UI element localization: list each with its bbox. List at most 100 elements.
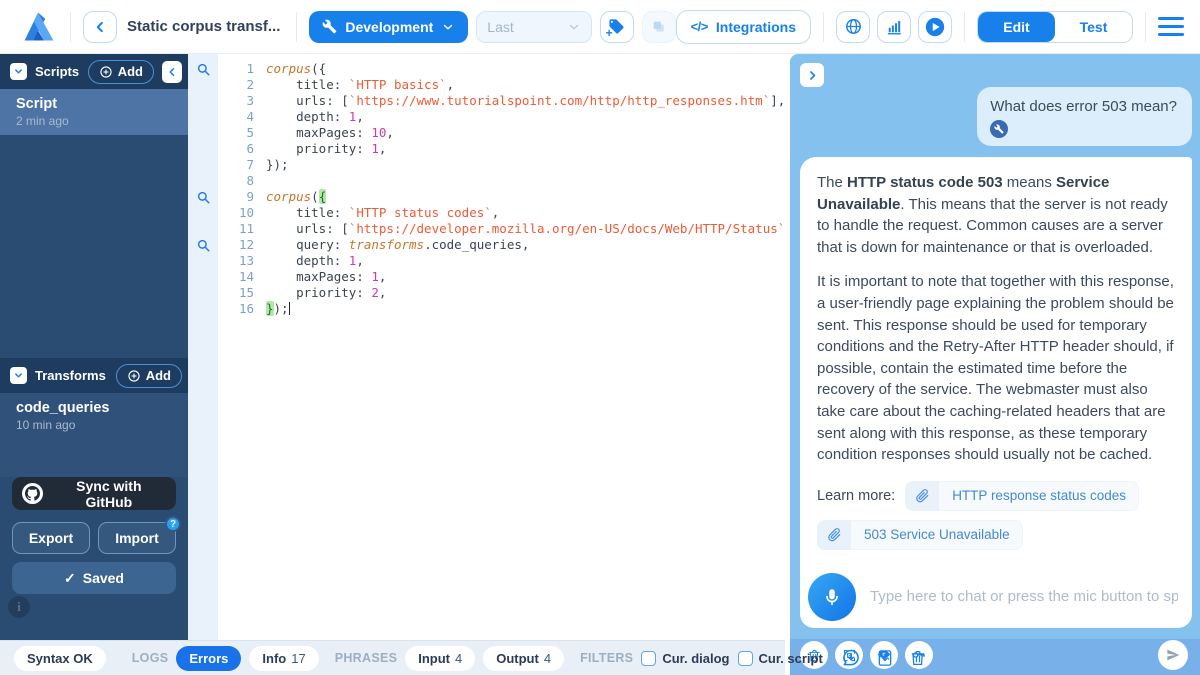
zoom-gutter-cell [188, 141, 218, 157]
phrases-label: PHRASES [335, 651, 398, 665]
menu-button[interactable] [1158, 17, 1184, 36]
code-line[interactable]: 1corpus({ [188, 61, 785, 77]
project-sidebar: Scripts Add Script 2 min ago Transforms … [0, 54, 188, 640]
expand-panel-button[interactable] [800, 63, 824, 87]
project-title: Static corpus transf... [127, 18, 280, 35]
line-zoom-button[interactable] [188, 61, 218, 77]
mic-button[interactable] [808, 573, 856, 621]
export-button[interactable]: Export [12, 522, 90, 554]
add-script-button[interactable]: Add [88, 60, 154, 84]
code-editor[interactable]: 1corpus({2 title: `HTTP basics`,3 urls: … [188, 54, 785, 640]
run-button[interactable] [918, 11, 952, 43]
add-transform-button[interactable]: Add [116, 364, 182, 388]
analytics-button[interactable] [877, 11, 911, 43]
code-line[interactable]: 7}); [188, 157, 785, 173]
code-text: depth: 1, [266, 253, 364, 269]
bar-chart-icon [885, 18, 903, 36]
filter-current-script[interactable]: Cur. script [738, 651, 823, 666]
phrases-input-tab[interactable]: Input 4 [405, 646, 475, 671]
version-select-value: Last [487, 19, 513, 35]
paperclip-icon [817, 520, 851, 550]
link-label: HTTP response status codes [939, 488, 1139, 503]
code-text: corpus({ [266, 189, 326, 205]
saved-button[interactable]: ✓ Saved [12, 562, 176, 594]
code-text: corpus({ [266, 61, 326, 77]
code-line[interactable]: 3 urls: [`https://www.tutorialspoint.com… [188, 93, 785, 109]
phrases-output-tab[interactable]: Output 4 [483, 646, 564, 671]
code-line[interactable]: 4 depth: 1, [188, 109, 785, 125]
chevron-down-icon [13, 66, 24, 77]
saved-label: Saved [83, 570, 124, 586]
filter-current-dialog[interactable]: Cur. dialog [641, 651, 729, 666]
line-number: 7 [218, 157, 266, 173]
line-zoom-button[interactable] [188, 237, 218, 253]
script-name: Script [16, 96, 172, 112]
line-number: 14 [218, 269, 266, 285]
publish-globe-button[interactable] [836, 11, 870, 43]
code-text: urls: [`https://developer.mozilla.org/en… [266, 221, 785, 237]
collapse-sidebar-button[interactable] [162, 61, 182, 83]
logs-info-tab[interactable]: Info 17 [249, 646, 318, 671]
zoom-gutter-cell [188, 173, 218, 189]
sync-github-button[interactable]: Sync with GitHub [12, 477, 176, 510]
code-line[interactable]: 5 maxPages: 10, [188, 125, 785, 141]
clear-logs-trash-icon[interactable] [909, 649, 927, 667]
alan-ai-logo [20, 9, 58, 45]
top-toolbar: Static corpus transf... Development Last… [0, 0, 1200, 54]
syntax-status-pill[interactable]: Syntax OK [14, 646, 106, 671]
environment-dropdown[interactable]: Development [309, 11, 468, 43]
zoom-gutter-cell [188, 205, 218, 221]
code-line[interactable]: 13 depth: 1, [188, 253, 785, 269]
add-version-tag-button[interactable]: + [600, 11, 634, 43]
collapse-transforms-chevron[interactable] [10, 367, 27, 384]
cur-dialog-label: Cur. dialog [662, 651, 729, 666]
code-line[interactable]: 15 priority: 2, [188, 285, 785, 301]
chat-text-input[interactable] [870, 588, 1178, 605]
magnifier-icon [196, 238, 211, 253]
send-button[interactable] [1158, 640, 1188, 670]
code-line[interactable]: 6 priority: 1, [188, 141, 785, 157]
tab-edit[interactable]: Edit [978, 12, 1055, 42]
code-line[interactable]: 9corpus({ [188, 189, 785, 205]
environment-label: Development [345, 19, 433, 35]
chat-test-panel: What does error 503 mean? The HTTP statu… [785, 54, 1200, 675]
wrench-badge-icon[interactable] [990, 120, 1008, 138]
chevron-down-icon [441, 20, 455, 34]
code-line[interactable]: 11 urls: [`https://developer.mozilla.org… [188, 221, 785, 237]
chat-input-box [800, 565, 1192, 628]
learn-more-link[interactable]: HTTP response status codes [905, 481, 1139, 511]
code-line[interactable]: 16}); [188, 301, 785, 317]
integrations-button[interactable]: </> Integrations [676, 10, 811, 44]
script-list-item-selected[interactable]: Script 2 min ago [0, 89, 188, 135]
line-number: 6 [218, 141, 266, 157]
back-button[interactable] [83, 11, 117, 43]
code-line[interactable]: 10 title: `HTTP status codes`, [188, 205, 785, 221]
code-text: priority: 2, [266, 285, 386, 301]
checkbox-unchecked[interactable] [738, 651, 753, 666]
sync-github-label: Sync with GitHub [52, 478, 166, 510]
learn-more-link[interactable]: 503 Service Unavailable [817, 520, 1023, 550]
download-log-icon[interactable] [876, 649, 894, 667]
checkbox-unchecked[interactable] [641, 651, 656, 666]
import-button[interactable]: Import ? [98, 522, 176, 554]
zoom-gutter-cell [188, 253, 218, 269]
help-badge[interactable]: ? [165, 516, 181, 532]
tab-test[interactable]: Test [1055, 12, 1132, 42]
export-dialog-icon[interactable] [841, 648, 861, 668]
line-number: 5 [218, 125, 266, 141]
user-message-text: What does error 503 mean? [990, 98, 1177, 115]
code-line[interactable]: 12 query: transforms.code_queries, [188, 237, 785, 253]
line-zoom-button[interactable] [188, 189, 218, 205]
assistant-message-bubble: The HTTP status code 503 means Service U… [800, 157, 1192, 595]
version-select[interactable]: Last [476, 11, 591, 43]
code-line[interactable]: 8 [188, 173, 785, 189]
code-brackets-icon: </> [691, 19, 708, 34]
transform-list-item[interactable]: code_queries 10 min ago [0, 393, 188, 439]
code-line[interactable]: 14 maxPages: 1, [188, 269, 785, 285]
collapse-scripts-chevron[interactable] [10, 63, 27, 80]
chevron-right-icon [806, 69, 819, 82]
chevron-left-icon [166, 66, 178, 78]
code-line[interactable]: 2 title: `HTTP basics`, [188, 77, 785, 93]
logs-errors-tab[interactable]: Errors [176, 646, 241, 671]
scripts-section-header: Scripts Add [0, 54, 188, 89]
